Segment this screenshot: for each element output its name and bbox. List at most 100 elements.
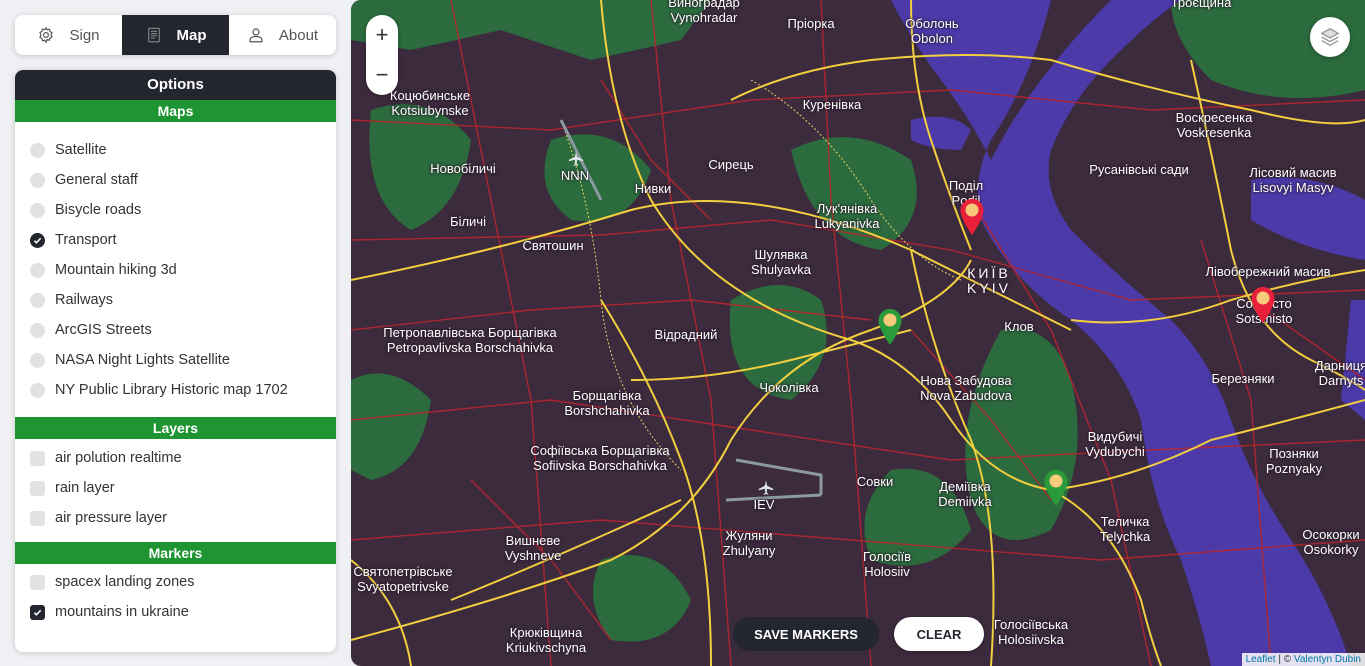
author-link[interactable]: Valentyn Dubin	[1294, 654, 1361, 665]
map-place-label: NNN	[560, 168, 590, 183]
checkbox[interactable]	[30, 574, 45, 590]
markers-option[interactable]: spacex landing zones	[15, 567, 336, 597]
map-place-label: Деміївка Demiivka	[938, 479, 992, 509]
layers-option[interactable]: air polution realtime	[15, 443, 336, 473]
map-place-label: Новобіличі	[430, 161, 496, 176]
zoom-in-button[interactable]: +	[366, 15, 398, 55]
check-icon	[33, 609, 42, 616]
radio-button[interactable]	[30, 262, 45, 278]
airplane-icon-nnn	[568, 151, 584, 166]
layers-option[interactable]: air pressure layer	[15, 503, 336, 533]
map-place-label: Борщагівка Borshchahivka	[564, 388, 650, 418]
option-label: air polution realtime	[55, 450, 182, 466]
checkbox[interactable]	[30, 480, 45, 496]
tab-map[interactable]: Map	[122, 15, 229, 55]
map-place-label: Совки	[856, 474, 894, 489]
option-label: Railways	[55, 292, 114, 308]
map-place-label: IEV	[753, 497, 775, 512]
zoom-out-button[interactable]: −	[366, 55, 398, 95]
layers-option[interactable]: rain layer	[15, 473, 336, 503]
maps-option[interactable]: Satellite	[15, 135, 336, 165]
options-title: Options	[15, 70, 336, 100]
map-place-label: Видубичі Vydubychi	[1085, 429, 1145, 459]
map-place-label: Позняки Poznyaky	[1265, 446, 1323, 476]
map-place-label: Голосіївська Holosiivska	[993, 617, 1069, 647]
map-place-label: Нивки	[634, 181, 672, 196]
map-place-label: Оболонь Obolon	[905, 16, 959, 46]
check-icon	[33, 237, 42, 244]
checkbox[interactable]	[30, 450, 45, 466]
marker-pin-red[interactable]	[1250, 286, 1276, 324]
option-label: rain layer	[55, 480, 115, 496]
option-label: General staff	[55, 172, 138, 188]
map-view[interactable]: Виноградар Vynohradar Оболонь Obolon Пріорка…	[351, 0, 1365, 666]
layers-list: air polution realtime rain layer air press…	[15, 443, 336, 533]
option-label: Mountain hiking 3d	[55, 262, 177, 278]
clear-button[interactable]: CLEAR	[894, 617, 984, 651]
map-attribution: Leaflet | © Valentyn Dubin	[1241, 653, 1365, 666]
river	[871, 0, 1365, 666]
option-label: Satellite	[55, 142, 107, 158]
tab-map-label: Map	[176, 26, 207, 44]
map-place-label: Вишневе Vyshneve	[504, 533, 562, 563]
markers-section-title: Markers	[15, 542, 336, 564]
radio-button[interactable]	[30, 292, 45, 308]
layers-button[interactable]	[1310, 17, 1350, 57]
radio-button[interactable]	[30, 352, 45, 368]
marker-pin-red[interactable]	[959, 198, 985, 236]
marker-pin-green[interactable]	[877, 308, 903, 346]
radio-button[interactable]	[30, 232, 45, 248]
radio-button[interactable]	[30, 322, 45, 338]
map-place-label: Березняки	[1211, 371, 1275, 386]
maps-option[interactable]: General staff	[15, 165, 336, 195]
maps-option[interactable]: ArcGIS Streets	[15, 315, 336, 345]
map-icon	[147, 27, 160, 43]
save-markers-button[interactable]: SAVE MARKERS	[733, 617, 879, 651]
layers-icon	[1320, 27, 1340, 47]
markers-option[interactable]: mountains in ukraine	[15, 597, 336, 627]
map-place-label: Теличка Telychka	[1099, 514, 1151, 544]
leaflet-link[interactable]: Leaflet	[1246, 654, 1276, 665]
map-place-label: Чоколівка	[759, 380, 819, 395]
maps-option[interactable]: NASA Night Lights Satellite	[15, 345, 336, 375]
maps-option[interactable]: Mountain hiking 3d	[15, 255, 336, 285]
map-place-label: Лівобережний масив	[1205, 264, 1331, 279]
map-place-label: Воскресенка Voskresenka	[1175, 110, 1253, 140]
map-place-label: Дарниця Darnyts	[1314, 358, 1365, 388]
maps-option[interactable]: NY Public Library Historic map 1702	[15, 375, 336, 405]
radio-button[interactable]	[30, 202, 45, 218]
maps-section-title: Maps	[15, 100, 336, 122]
user-icon	[249, 28, 263, 43]
map-place-label: Святопетрівське Svyatopetrivske	[353, 564, 453, 594]
map-place-label: Виноградар Vynohradar	[668, 0, 740, 25]
option-label: mountains in ukraine	[55, 604, 189, 620]
option-label: air pressure layer	[55, 510, 168, 526]
radio-button[interactable]	[30, 172, 45, 188]
map-place-label: Нова Забудова Nova Zabudova	[920, 373, 1012, 403]
radio-button[interactable]	[30, 142, 45, 158]
maps-option[interactable]: Railways	[15, 285, 336, 315]
map-place-label: Жуляни Zhulyany	[722, 528, 776, 558]
tab-about-label: About	[278, 26, 319, 44]
map-place-label: Крюківщина Kriukivschyna	[505, 625, 587, 655]
top-tabs: Sign Map About	[15, 15, 336, 55]
option-label: Transport	[55, 232, 117, 248]
map-place-label: Лісовий масив Lisovyi Masyv	[1249, 165, 1337, 195]
marker-pin-green[interactable]	[1043, 469, 1069, 507]
maps-option[interactable]: Bisycle roads	[15, 195, 336, 225]
tab-about[interactable]: About	[229, 15, 336, 55]
checkbox[interactable]	[30, 510, 45, 526]
option-label: spacex landing zones	[55, 574, 195, 590]
map-place-label: Сирець	[708, 157, 754, 172]
option-label: NY Public Library Historic map 1702	[55, 382, 288, 398]
radio-button[interactable]	[30, 382, 45, 398]
map-place-label: Куренівка	[802, 97, 862, 112]
map-place-label: Відрадний	[654, 327, 718, 342]
option-label: ArcGIS Streets	[55, 322, 152, 338]
map-place-label: Русанівські сади	[1089, 162, 1189, 177]
tab-sign[interactable]: Sign	[15, 15, 122, 55]
tab-sign-label: Sign	[69, 26, 100, 44]
checkbox[interactable]	[30, 604, 45, 620]
map-place-label: Троєщина	[1170, 0, 1232, 10]
maps-option[interactable]: Transport	[15, 225, 336, 255]
